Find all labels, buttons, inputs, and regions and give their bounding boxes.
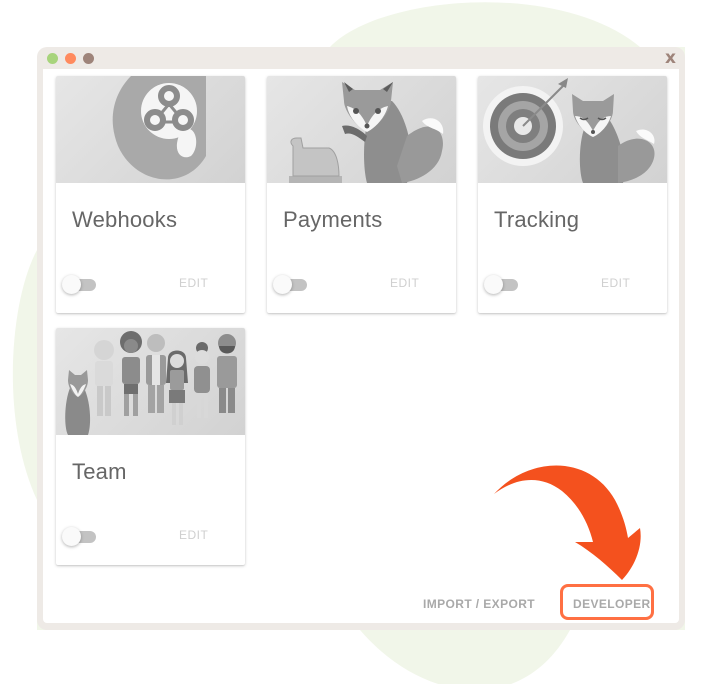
window-dot-brown[interactable]	[83, 53, 94, 64]
edit-button[interactable]: EDIT	[179, 528, 208, 542]
enable-toggle[interactable]	[484, 275, 520, 295]
card-title: Team	[72, 459, 127, 484]
toggle-thumb	[273, 275, 292, 294]
developer-button[interactable]: DEVELOPER	[573, 597, 651, 611]
window-dot-orange[interactable]	[65, 53, 76, 64]
toggle-thumb	[62, 527, 81, 546]
card-title: Webhooks	[72, 207, 178, 232]
enable-toggle[interactable]	[273, 275, 309, 295]
card-payments: Payments EDIT	[267, 76, 456, 313]
import-export-button[interactable]: IMPORT / EXPORT	[423, 597, 535, 611]
edit-button[interactable]: EDIT	[179, 276, 208, 290]
close-icon[interactable]: x	[665, 48, 676, 68]
enable-toggle[interactable]	[62, 527, 98, 547]
card-title: Tracking	[494, 207, 580, 232]
edit-button[interactable]: EDIT	[601, 276, 630, 290]
app-window: x Webhooks EDIT Payments EDIT Tracking E…	[37, 47, 685, 630]
enable-toggle[interactable]	[62, 275, 98, 295]
card-webhooks: Webhooks EDIT	[56, 76, 245, 313]
card-title: Payments	[283, 207, 383, 232]
edit-button[interactable]: EDIT	[390, 276, 419, 290]
title-bar: x	[37, 47, 685, 69]
toggle-thumb	[484, 275, 503, 294]
window-content: Webhooks EDIT Payments EDIT Tracking EDI…	[43, 69, 679, 623]
team-people-illustration	[56, 328, 245, 435]
toggle-thumb	[62, 275, 81, 294]
fox-cash-register-illustration	[267, 76, 456, 183]
window-dot-green[interactable]	[47, 53, 58, 64]
card-team: Team EDIT	[56, 328, 245, 565]
webhook-logo-illustration	[56, 76, 245, 183]
card-tracking: Tracking EDIT	[478, 76, 667, 313]
fox-target-illustration	[478, 76, 667, 183]
